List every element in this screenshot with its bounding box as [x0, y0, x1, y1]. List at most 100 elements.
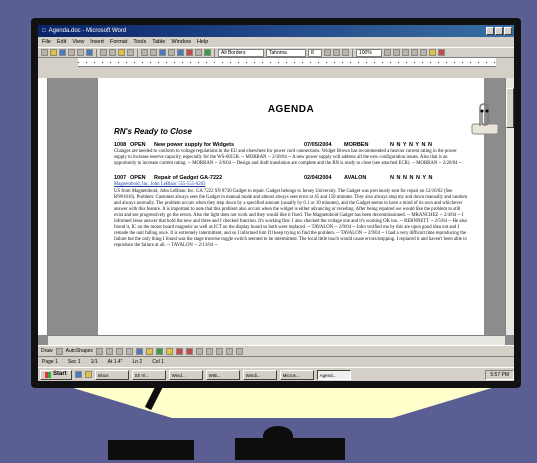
copy-icon[interactable]	[109, 49, 116, 56]
line-style-icon[interactable]	[195, 347, 203, 355]
columns-icon[interactable]	[195, 49, 202, 56]
format-painter-icon[interactable]	[127, 49, 134, 56]
excel-icon[interactable]	[186, 49, 193, 56]
style-select[interactable]: All Borders	[218, 48, 264, 57]
item-body: US from Magnetoboid, John LeBlanc Inc. G…	[114, 189, 468, 248]
item-owner: MORBEN	[344, 142, 369, 148]
bold-icon[interactable]	[324, 49, 331, 56]
menu-table[interactable]: Table	[152, 37, 165, 47]
close-button[interactable]	[504, 27, 512, 35]
quicklaunch-ie-icon[interactable]	[74, 371, 82, 378]
status-line: Ln 2	[132, 359, 143, 365]
minimize-button[interactable]	[486, 27, 494, 35]
document-page[interactable]: AGENDA RN's Ready to Close 1008 OPEN New…	[98, 78, 484, 335]
oval-icon[interactable]	[125, 347, 133, 355]
align-right-icon[interactable]	[402, 49, 409, 56]
status-pages: 1/1	[90, 359, 98, 365]
open-icon[interactable]	[50, 49, 57, 56]
window-titlebar[interactable]: □ Agenda.doc - Microsoft Word	[38, 25, 514, 37]
zoom-select[interactable]: 100%	[356, 48, 382, 57]
scrollbar-thumb[interactable]	[506, 88, 514, 128]
hyperlink-icon[interactable]	[159, 49, 166, 56]
system-tray-clock: 5:57 PM	[485, 369, 514, 380]
autoshapes-menu[interactable]: AutoShapes	[66, 348, 93, 354]
taskbar-item-active[interactable]: Agend...	[316, 369, 351, 380]
item-title: Repair of Gadget GA-7222	[154, 175, 223, 181]
insert-table-icon[interactable]	[177, 49, 184, 56]
align-center-icon[interactable]	[393, 49, 400, 56]
line-color-icon[interactable]	[175, 347, 183, 355]
arrow-style-icon[interactable]	[215, 347, 223, 355]
taskbar-item[interactable]: Windi...	[242, 369, 277, 380]
menu-edit[interactable]: Edit	[57, 37, 66, 47]
print-icon[interactable]	[68, 49, 75, 56]
underline-icon[interactable]	[342, 49, 349, 56]
menu-help[interactable]: Help	[197, 37, 208, 47]
3d-icon[interactable]	[235, 347, 243, 355]
item-contact-link[interactable]: Magnetoboid, Inc. John LeBlanc 555-555-0…	[114, 182, 205, 187]
vertical-scrollbar[interactable]	[505, 78, 514, 335]
align-left-icon[interactable]	[384, 49, 391, 56]
font-size-select[interactable]: 8	[308, 48, 322, 57]
item-title: New power supply for Widgets	[154, 142, 235, 148]
cut-icon[interactable]	[100, 49, 107, 56]
menu-bar: File Edit View Insert Format Tools Table…	[38, 37, 514, 47]
quicklaunch-outlook-icon[interactable]	[84, 371, 92, 378]
clipart-icon[interactable]	[155, 347, 163, 355]
menu-tools[interactable]: Tools	[133, 37, 146, 47]
select-objects-icon[interactable]	[55, 347, 63, 355]
desk-silhouette-left	[108, 440, 194, 460]
draw-menu[interactable]: Draw	[41, 348, 53, 354]
menu-insert[interactable]: Insert	[90, 37, 104, 47]
status-section: Sec 1	[67, 359, 81, 365]
item-status: OPEN	[130, 175, 146, 181]
horizontal-ruler[interactable]	[78, 58, 496, 67]
arrow-icon[interactable]	[105, 347, 113, 355]
tables-icon[interactable]	[168, 49, 175, 56]
italic-icon[interactable]	[333, 49, 340, 56]
status-page: Page 1	[42, 359, 58, 365]
save-icon[interactable]	[59, 49, 66, 56]
maximize-button[interactable]	[495, 27, 503, 35]
vertical-ruler[interactable]	[38, 78, 48, 335]
spelling-icon[interactable]	[86, 49, 93, 56]
drawing-toolbar: Draw AutoShapes	[38, 345, 514, 356]
windows-logo-icon	[45, 371, 51, 378]
taskbar-item[interactable]: Inbox	[94, 369, 129, 380]
taskbar-item[interactable]: Sh Vi...	[131, 369, 166, 380]
taskbar-item[interactable]: Micros...	[279, 369, 314, 380]
wordart-icon[interactable]	[145, 347, 153, 355]
draw-font-color-icon[interactable]	[185, 347, 193, 355]
menu-view[interactable]: View	[72, 37, 84, 47]
start-button[interactable]: Start	[40, 369, 72, 380]
textbox-icon[interactable]	[135, 347, 143, 355]
font-select[interactable]: Tahoma	[266, 48, 306, 57]
paste-icon[interactable]	[118, 49, 125, 56]
rectangle-icon[interactable]	[115, 347, 123, 355]
shadow-icon[interactable]	[225, 347, 233, 355]
item-contact: Magnetoboid, Inc. John LeBlanc 555-555-0…	[114, 182, 468, 188]
font-color-icon[interactable]	[438, 49, 445, 56]
preview-icon[interactable]	[77, 49, 84, 56]
item-number: 1008	[114, 142, 127, 148]
bullets-icon[interactable]	[411, 49, 418, 56]
office-assistant-paperclip-icon[interactable]	[470, 102, 500, 136]
status-at: At 1.4"	[107, 359, 123, 365]
undo-icon[interactable]	[141, 49, 148, 56]
redo-icon[interactable]	[150, 49, 157, 56]
fill-color-icon[interactable]	[165, 347, 173, 355]
drawing-icon[interactable]	[204, 49, 211, 56]
taskbar-item[interactable]: WiB...	[205, 369, 240, 380]
desk-silhouette-right	[235, 438, 345, 460]
dash-style-icon[interactable]	[205, 347, 213, 355]
new-icon[interactable]	[41, 49, 48, 56]
horizontal-scrollbar[interactable]	[48, 335, 505, 345]
highlight-icon[interactable]	[429, 49, 436, 56]
menu-file[interactable]: File	[42, 37, 51, 47]
status-column: Col 1	[152, 359, 164, 365]
line-icon[interactable]	[95, 347, 103, 355]
taskbar-item[interactable]: Wind...	[168, 369, 203, 380]
menu-window[interactable]: Window	[171, 37, 191, 47]
menu-format[interactable]: Format	[110, 37, 127, 47]
indent-icon[interactable]	[420, 49, 427, 56]
